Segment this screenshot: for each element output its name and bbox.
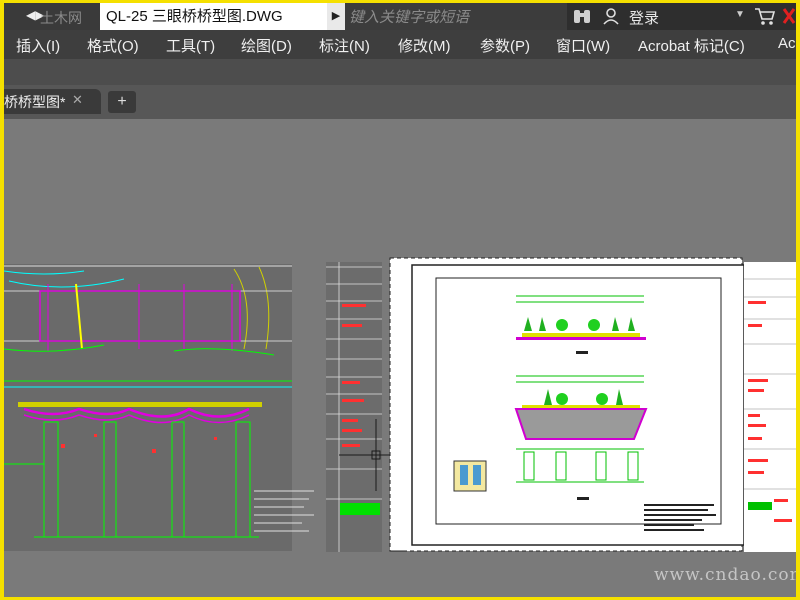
- menu-dimension[interactable]: 标注(N): [319, 35, 370, 56]
- cross-section-sheet: [389, 257, 745, 552]
- title-bar: ◀▶ 土木网 QL-25 三眼桥桥型图.DWG ▶ 键入关键字或短语 登录 ▼: [4, 3, 796, 30]
- menu-tools[interactable]: 工具(T): [166, 35, 215, 56]
- tab-label: 桥桥型图*: [4, 94, 66, 110]
- drawing-canvas[interactable]: [4, 119, 796, 597]
- tab-drawing[interactable]: 桥桥型图* ✕: [4, 89, 101, 114]
- menu-overflow[interactable]: Ac: [778, 35, 796, 52]
- logo-watermark: 土木网: [40, 11, 82, 27]
- tab-close-icon[interactable]: ✕: [72, 92, 83, 108]
- site-watermark: www.cndao.com: [654, 565, 796, 585]
- menu-window[interactable]: 窗口(W): [556, 35, 610, 56]
- tab-bar-strip: [4, 59, 796, 85]
- login-link[interactable]: 登录: [629, 7, 659, 28]
- cad-drawing: [4, 257, 796, 552]
- quick-access-toolbar: ◀▶ 土木网: [4, 3, 100, 30]
- menu-draw[interactable]: 绘图(D): [241, 35, 292, 56]
- cart-icon[interactable]: [754, 6, 776, 26]
- account-dropdown-icon[interactable]: ▼: [735, 9, 745, 20]
- menu-insert[interactable]: 插入(I): [16, 35, 60, 56]
- document-tab-bar: 桥桥型图* ✕ +: [4, 59, 796, 119]
- user-icon[interactable]: [602, 7, 620, 25]
- app-window: ◀▶ 土木网 QL-25 三眼桥桥型图.DWG ▶ 键入关键字或短语 登录 ▼: [4, 3, 796, 597]
- binoculars-icon[interactable]: [572, 7, 592, 25]
- menu-bar: 插入(I) 格式(O) 工具(T) 绘图(D) 标注(N) 修改(M) 参数(P…: [4, 30, 796, 59]
- search-input[interactable]: 键入关键字或短语: [345, 3, 567, 30]
- menu-acrobat-markup[interactable]: Acrobat 标记(C): [638, 35, 745, 56]
- new-tab-button[interactable]: +: [108, 91, 136, 113]
- menu-modify[interactable]: 修改(M): [398, 35, 451, 56]
- expand-search-button[interactable]: ▶: [327, 3, 345, 30]
- document-title: QL-25 三眼桥桥型图.DWG: [100, 3, 327, 30]
- close-icon[interactable]: [782, 5, 796, 27]
- menu-parameters[interactable]: 参数(P): [480, 35, 530, 56]
- quantity-table-sheet: [326, 262, 382, 552]
- menu-format[interactable]: 格式(O): [87, 35, 139, 56]
- parts-table-sheet: [744, 262, 796, 552]
- bridge-layout-sheet: [4, 264, 314, 551]
- search-placeholder: 键入关键字或短语: [349, 9, 470, 26]
